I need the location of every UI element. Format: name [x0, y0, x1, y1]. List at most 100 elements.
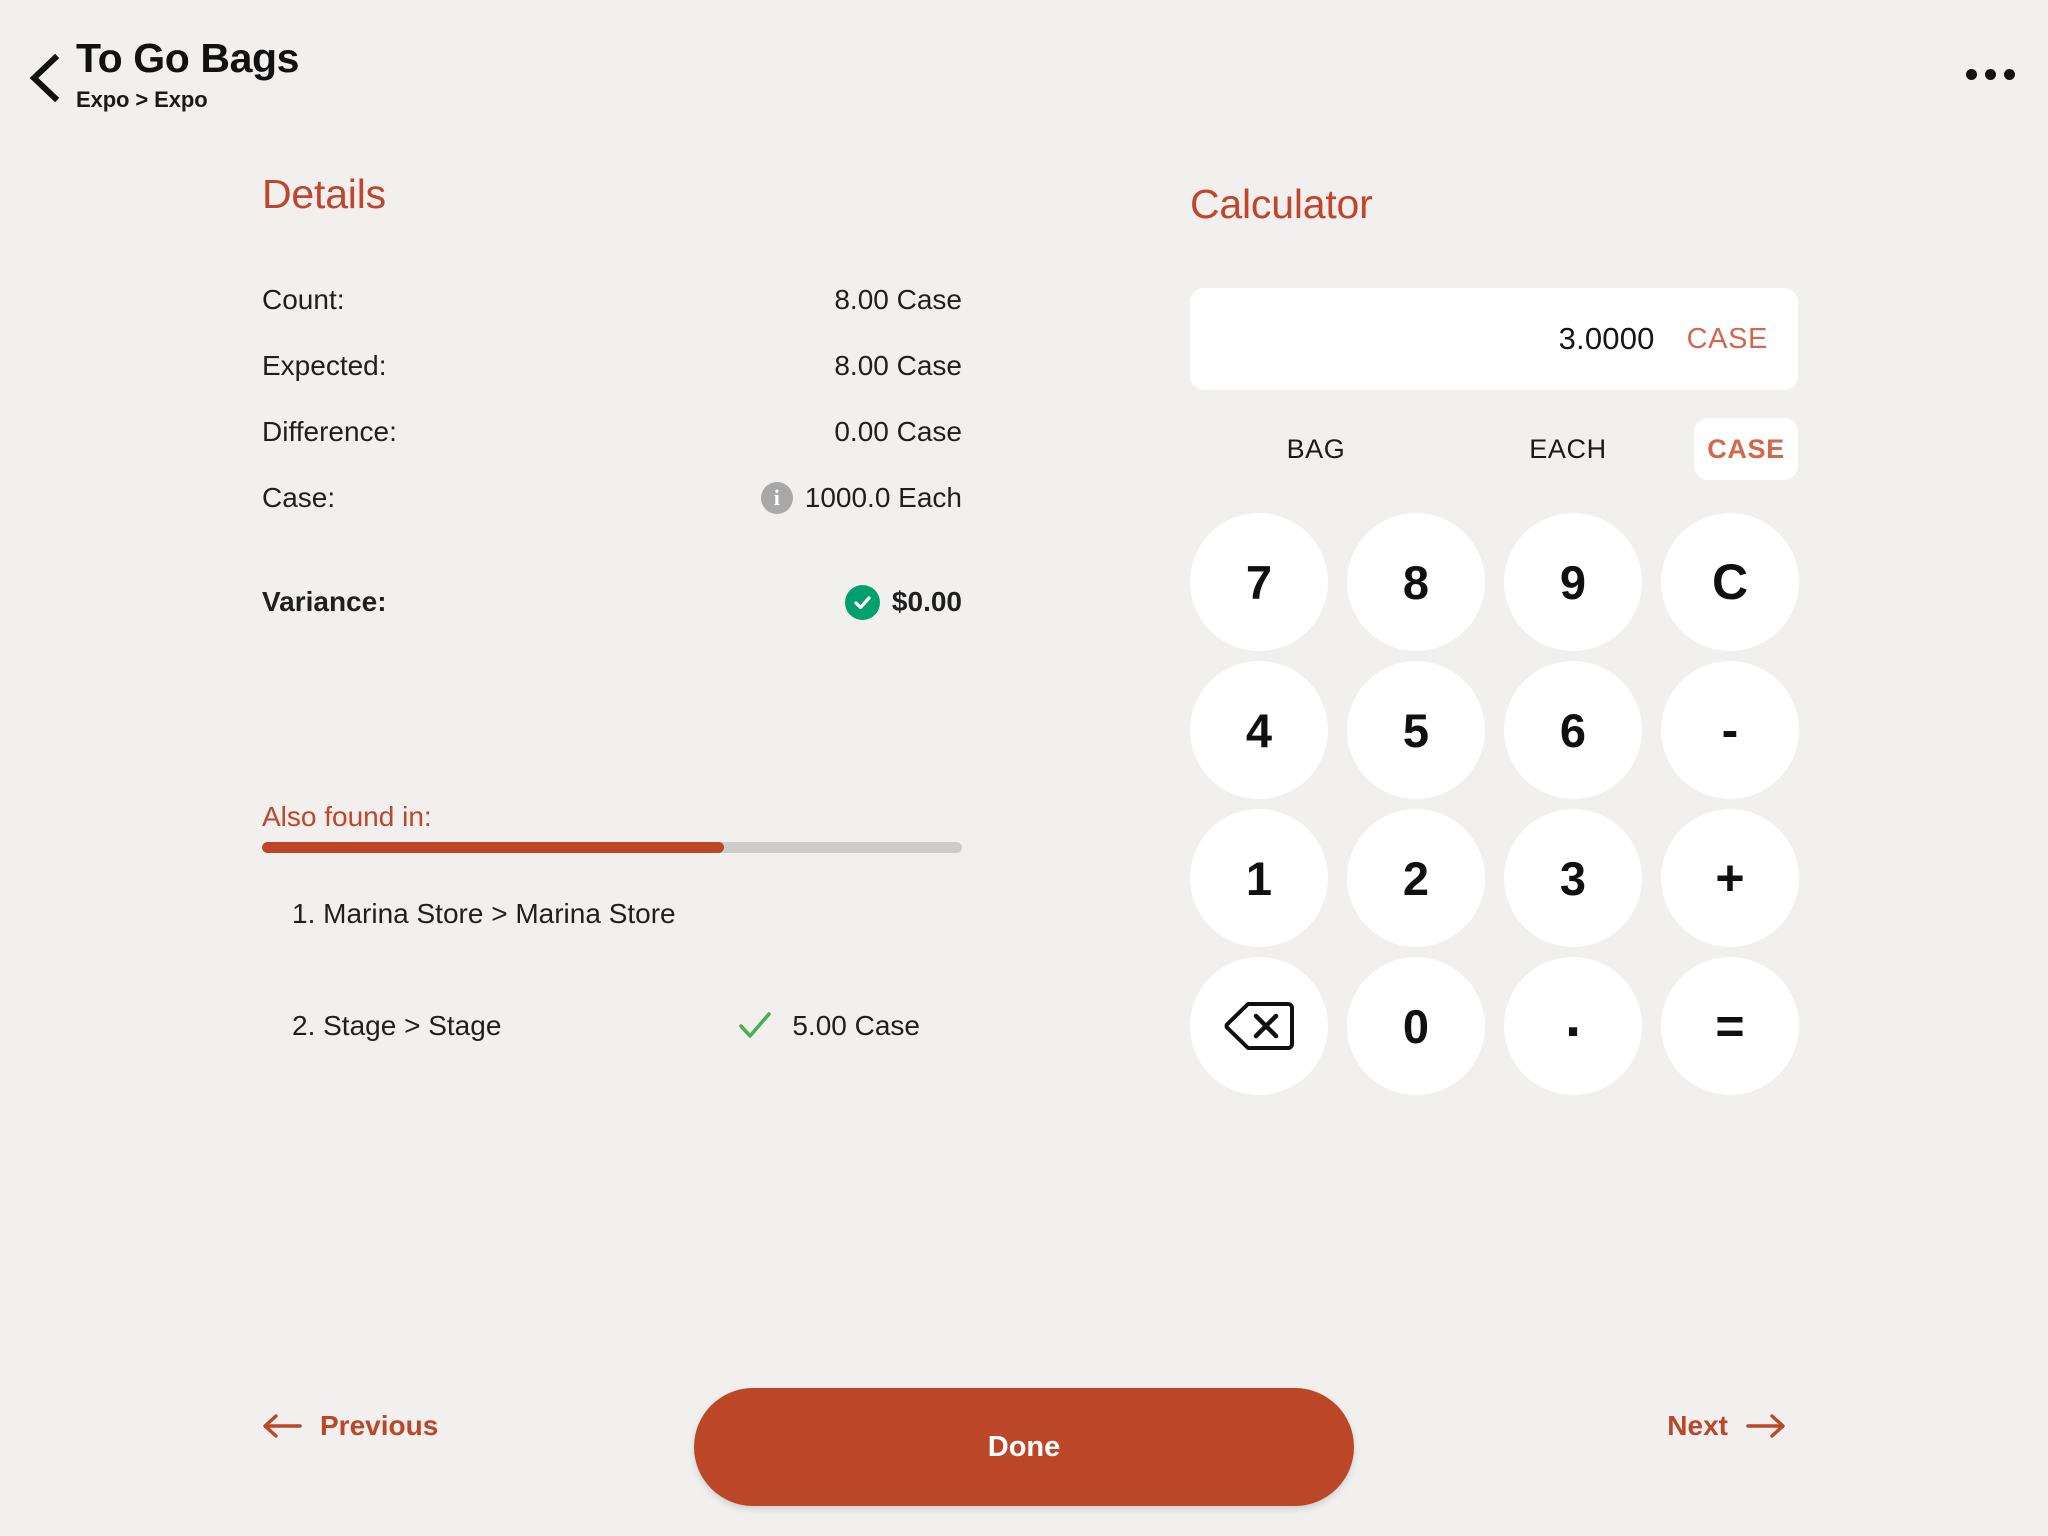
- also-found-in-title: Also found in:: [262, 801, 432, 832]
- detail-row-expected: Expected: 8.00 Case: [262, 333, 962, 399]
- variance-amount: $0.00: [891, 586, 962, 617]
- key-label: +: [1715, 850, 1745, 906]
- info-icon[interactable]: i: [760, 482, 793, 514]
- unit-tab-bag[interactable]: BAG: [1190, 418, 1442, 480]
- backspace-icon: [1224, 1000, 1294, 1052]
- key-label: 2: [1402, 851, 1430, 905]
- list-item[interactable]: 2. Stage > Stage 5.00 Case: [262, 999, 962, 1053]
- calculator-keypad: 7 8 9 C 4 5 6 - 1 2 3 + 0 . =: [1190, 513, 1799, 1095]
- details-panel: Details Count: 8.00 Case Expected: 8.00 …: [262, 168, 962, 635]
- also-found-progress-bar: [262, 842, 962, 853]
- key-label: 6: [1559, 703, 1587, 757]
- unit-tab-label: EACH: [1529, 433, 1607, 464]
- key-label: 7: [1245, 555, 1273, 609]
- key-label: 5: [1402, 703, 1430, 757]
- key-8[interactable]: 8: [1347, 513, 1485, 651]
- key-label: 4: [1245, 703, 1273, 757]
- key-label: C: [1711, 554, 1749, 610]
- detail-row-case: Case: i 1000.0 Each: [262, 465, 962, 531]
- details-heading: Details: [262, 171, 386, 217]
- key-4[interactable]: 4: [1190, 661, 1328, 799]
- detail-value: i 1000.0 Each: [760, 482, 962, 514]
- also-found-list: 1. Marina Store > Marina Store 2. Stage …: [262, 887, 962, 1053]
- detail-value-text: 1000.0 Each: [804, 482, 962, 513]
- header-text-group: To Go Bags Expo > Expo: [76, 34, 299, 115]
- page-title: To Go Bags: [76, 35, 300, 81]
- key-3[interactable]: 3: [1504, 809, 1642, 947]
- also-found-qty: 5.00 Case: [792, 1010, 920, 1041]
- arrow-right-icon: [1746, 1413, 1786, 1439]
- variance-label: Variance:: [262, 586, 387, 617]
- calculator-display-unit: CASE: [1686, 322, 1768, 355]
- key-2[interactable]: 2: [1347, 809, 1485, 947]
- previous-label: Previous: [320, 1410, 439, 1441]
- detail-label: Case:: [262, 482, 336, 513]
- unit-tab-case[interactable]: CASE: [1694, 418, 1798, 480]
- detail-row-variance: Variance: $0.00: [262, 569, 962, 635]
- also-found-location: 2. Stage > Stage: [292, 1010, 502, 1041]
- footer-action-bar: Previous Done Next: [0, 1360, 2048, 1536]
- more-horizontal-icon: [1965, 68, 2015, 80]
- key-backspace[interactable]: [1190, 957, 1328, 1095]
- check-icon: [738, 1011, 772, 1041]
- also-found-in-section: Also found in: 1. Marina Store > Marina …: [262, 800, 962, 1053]
- detail-row-count: Count: 8.00 Case: [262, 267, 962, 333]
- key-minus[interactable]: -: [1661, 661, 1799, 799]
- calculator-display-value: 3.0000: [1558, 321, 1655, 356]
- variance-value: $0.00: [844, 584, 962, 620]
- key-clear[interactable]: C: [1661, 513, 1799, 651]
- key-5[interactable]: 5: [1347, 661, 1485, 799]
- calculator-panel: Calculator 3.0000 CASE BAG EACH CASE 7 8…: [1190, 178, 1799, 1095]
- detail-value-text: 8.00 Case: [834, 284, 962, 315]
- key-label: =: [1715, 998, 1745, 1054]
- key-label: 1: [1245, 851, 1273, 905]
- check-circle-icon: [844, 584, 880, 620]
- detail-value: 8.00 Case: [834, 350, 962, 382]
- also-found-qty-group: 5.00 Case: [738, 1010, 920, 1042]
- detail-value-text: 8.00 Case: [834, 350, 962, 381]
- also-found-progress-fill: [262, 842, 724, 853]
- more-options-button[interactable]: [1960, 54, 2020, 94]
- details-rows: Count: 8.00 Case Expected: 8.00 Case Dif…: [262, 267, 962, 635]
- key-label: 3: [1559, 851, 1587, 905]
- calculator-display-input[interactable]: 3.0000 CASE: [1190, 288, 1798, 390]
- back-button[interactable]: [26, 52, 66, 104]
- key-label: 9: [1559, 555, 1587, 609]
- key-decimal[interactable]: .: [1504, 957, 1642, 1095]
- next-label: Next: [1667, 1410, 1728, 1441]
- done-label: Done: [987, 1430, 1061, 1463]
- arrow-left-icon: [262, 1413, 302, 1439]
- key-7[interactable]: 7: [1190, 513, 1328, 651]
- key-0[interactable]: 0: [1347, 957, 1485, 1095]
- unit-tab-each[interactable]: EACH: [1442, 418, 1694, 480]
- calculator-heading: Calculator: [1190, 181, 1373, 227]
- key-label: 8: [1402, 555, 1430, 609]
- key-label: -: [1721, 702, 1739, 758]
- page-header: To Go Bags Expo > Expo: [0, 0, 2048, 140]
- detail-row-difference: Difference: 0.00 Case: [262, 399, 962, 465]
- key-9[interactable]: 9: [1504, 513, 1642, 651]
- key-6[interactable]: 6: [1504, 661, 1642, 799]
- screen-root: To Go Bags Expo > Expo Details Count: 8.…: [0, 0, 2048, 1536]
- detail-label: Difference:: [262, 416, 397, 447]
- key-equals[interactable]: =: [1661, 957, 1799, 1095]
- chevron-left-icon: [26, 52, 66, 104]
- key-plus[interactable]: +: [1661, 809, 1799, 947]
- previous-button[interactable]: Previous: [262, 1410, 438, 1442]
- detail-label: Count:: [262, 284, 345, 315]
- key-label: .: [1564, 984, 1582, 1050]
- breadcrumb: Expo > Expo: [76, 87, 208, 112]
- unit-tab-group: BAG EACH CASE: [1190, 418, 1798, 480]
- key-1[interactable]: 1: [1190, 809, 1328, 947]
- detail-value: 8.00 Case: [834, 284, 962, 316]
- detail-value-text: 0.00 Case: [834, 416, 962, 447]
- unit-tab-label: BAG: [1286, 433, 1346, 464]
- list-item[interactable]: 1. Marina Store > Marina Store: [262, 887, 962, 941]
- key-label: 0: [1402, 999, 1430, 1053]
- detail-label: Expected:: [262, 350, 387, 381]
- done-button[interactable]: Done: [694, 1388, 1354, 1506]
- also-found-location: 1. Marina Store > Marina Store: [292, 898, 676, 929]
- next-button[interactable]: Next: [1667, 1410, 1786, 1442]
- unit-tab-label: CASE: [1707, 433, 1785, 464]
- detail-value: 0.00 Case: [834, 416, 962, 448]
